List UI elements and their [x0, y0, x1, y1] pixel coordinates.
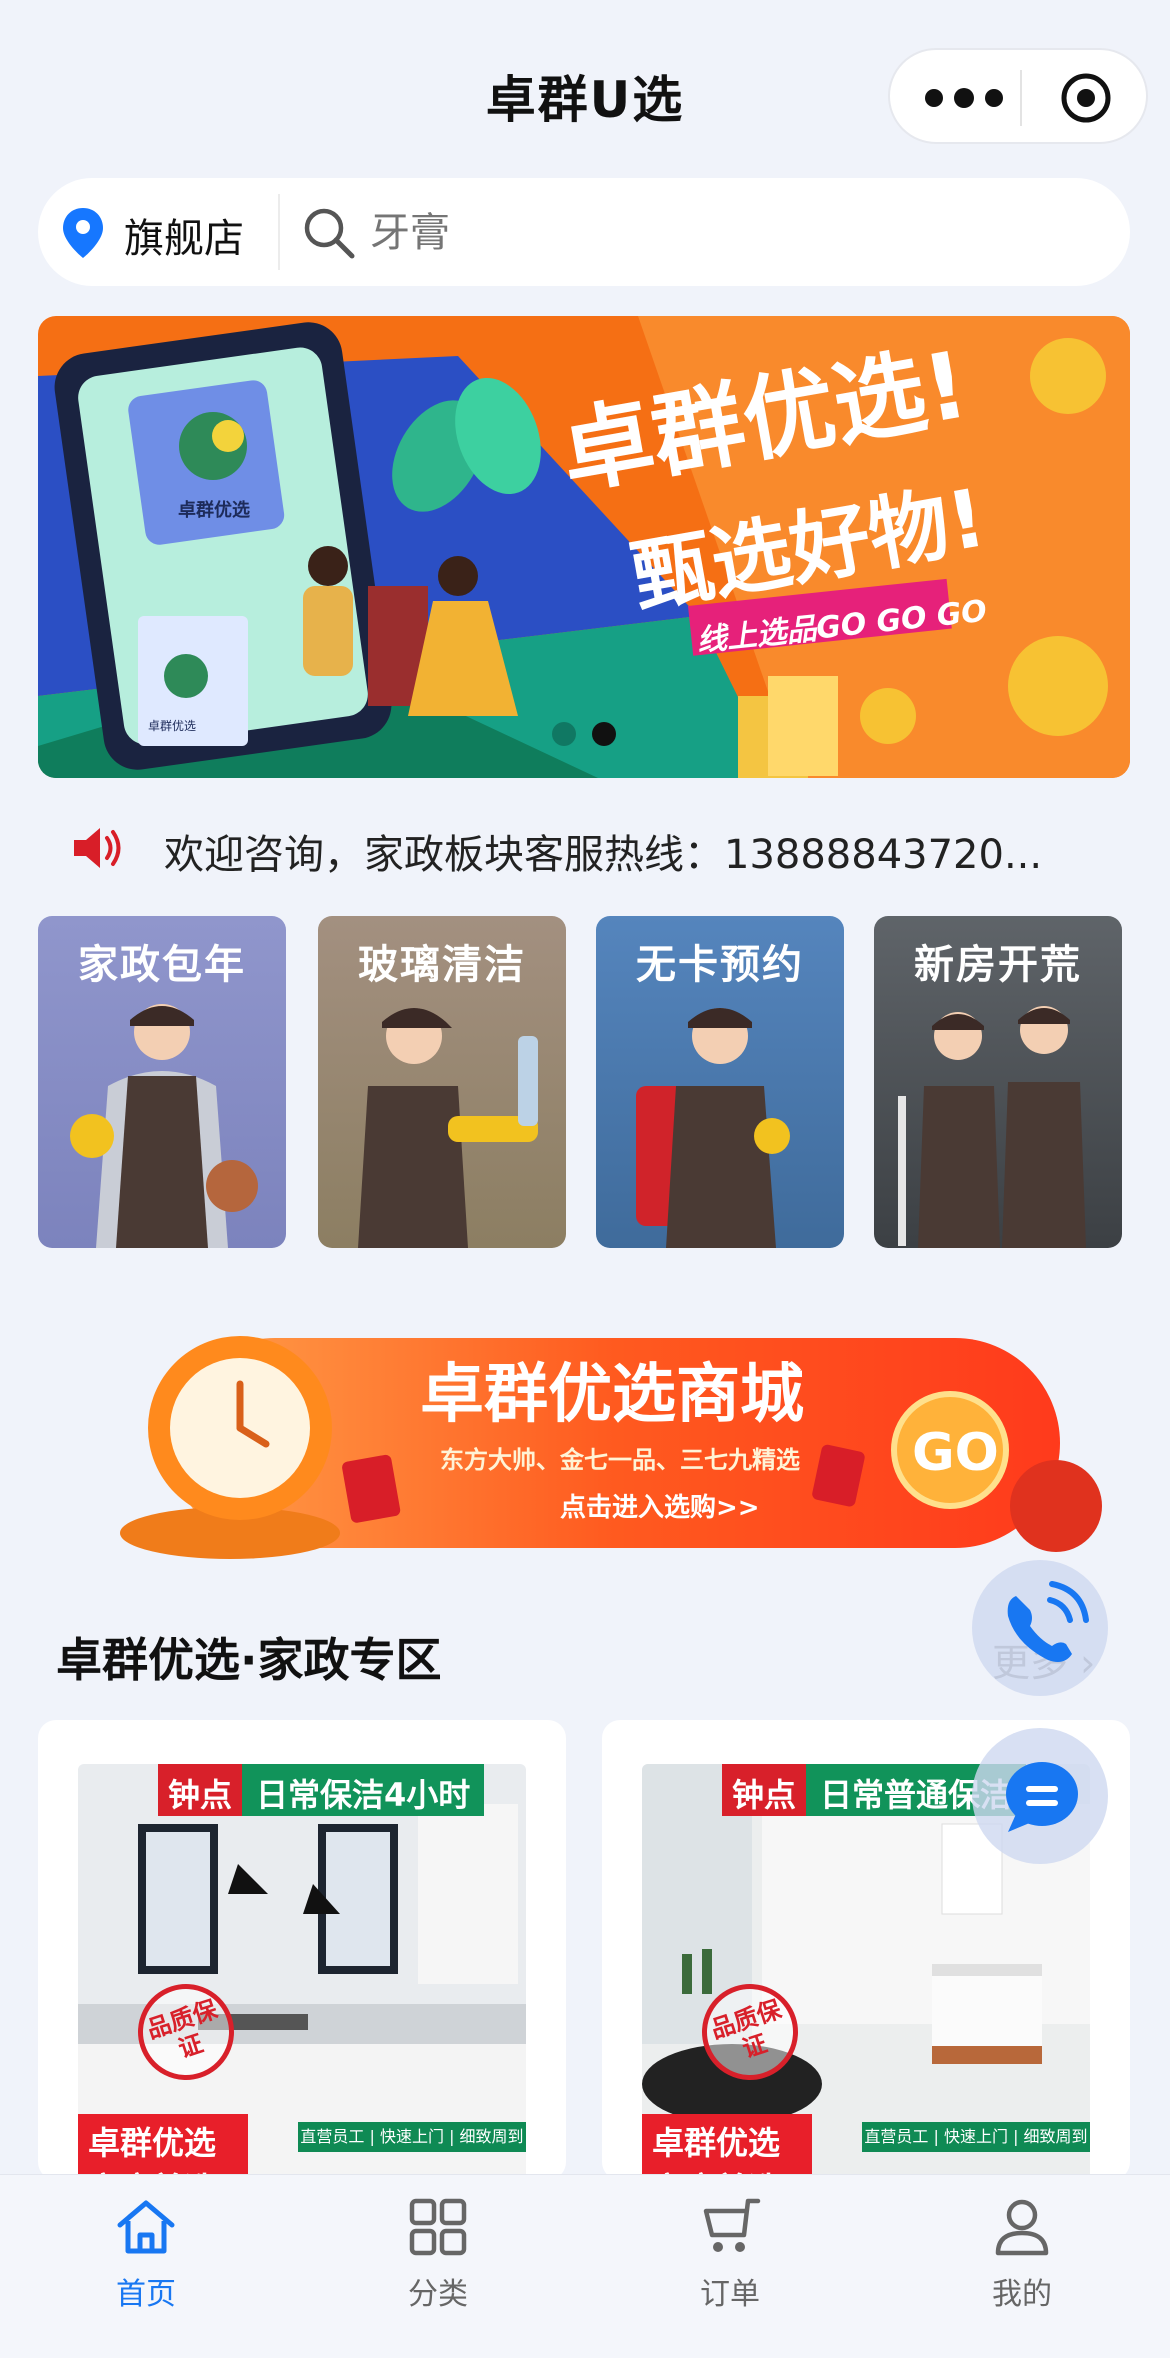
- bottom-tab-bar: 首页 分类 订单 我的: [0, 2174, 1170, 2358]
- product-image: 钟点 日常保洁4小时 品质保证 卓群优选 家庭首选 直营员工 | 快速上门 | …: [78, 1764, 526, 2180]
- housekeeper-image: [70, 1004, 258, 1248]
- product-tags: 钟点 日常保洁4小时: [158, 1764, 485, 1816]
- location-pin-icon[interactable]: [60, 206, 106, 260]
- notice-text: 欢迎咨询，家政板块客服热线：13888843720...: [164, 832, 1043, 878]
- mall-promo-banner[interactable]: 卓群优选商城 东方大帅、金七一品、三七九精选 点击进入选购>> GO: [70, 1308, 1120, 1568]
- more-icon[interactable]: [922, 80, 1012, 116]
- capsule-divider: [1020, 70, 1022, 126]
- mini-program-capsule: [888, 48, 1148, 144]
- tag-hourly: 钟点: [158, 1764, 243, 1816]
- cart-icon: [703, 2198, 761, 2252]
- section-title: 卓群优选·家政专区: [56, 1633, 442, 1687]
- service-card-annual[interactable]: 家政包年: [38, 916, 286, 1248]
- close-miniprogram-icon[interactable]: [1060, 72, 1112, 124]
- housekeeper-image: [636, 1008, 790, 1248]
- service-strip: 直营员工 | 快速上门 | 细致周到: [298, 2122, 526, 2152]
- tab-label: 订单: [700, 2277, 760, 2312]
- hero-banner[interactable]: 卓群优选 卓群优选 卓群优选! 甄选好物! 线上选品GO GO GO: [38, 316, 1130, 778]
- service-card-booking[interactable]: 无卡预约: [596, 916, 844, 1248]
- service-cards: 家政包年 玻璃清洁 无卡预约 新房开荒: [38, 916, 1138, 1248]
- promo-cta: 点击进入选购>>: [560, 1492, 760, 1523]
- tag-hourly: 钟点: [722, 1764, 807, 1816]
- brand-label: 卓群优选 家庭首选: [78, 2114, 248, 2180]
- user-icon: [995, 2199, 1049, 2256]
- tab-home[interactable]: 首页: [0, 2195, 292, 2335]
- service-card-label: 家政包年: [78, 942, 246, 988]
- banner-dot-2[interactable]: [592, 722, 616, 746]
- search-divider: [278, 194, 280, 270]
- search-bar: 旗舰店: [38, 178, 1130, 286]
- housekeepers-image: [898, 1006, 1086, 1248]
- service-card-label: 无卡预约: [636, 942, 804, 988]
- top-header: 卓群U选: [0, 0, 1170, 180]
- banner-phone-brand: 卓群优选: [178, 499, 250, 521]
- chat-icon: [1006, 1762, 1078, 1832]
- banner-pagination: [38, 722, 1130, 750]
- service-card-glass[interactable]: 玻璃清洁: [318, 916, 566, 1248]
- phone-icon: [1007, 1581, 1089, 1662]
- search-icon: [304, 208, 355, 259]
- service-card-newhome[interactable]: 新房开荒: [874, 916, 1122, 1248]
- promo-title: 卓群优选商城: [420, 1358, 804, 1432]
- promo-artwork: 卓群优选商城 东方大帅、金七一品、三七九精选 点击进入选购>> GO: [120, 1336, 1102, 1559]
- search-input[interactable]: [368, 202, 1072, 264]
- service-card-label: 玻璃清洁: [358, 942, 526, 988]
- tab-category[interactable]: 分类: [292, 2195, 584, 2335]
- tab-profile[interactable]: 我的: [876, 2195, 1168, 2335]
- housekeeper-image: [358, 1008, 538, 1248]
- tab-label: 我的: [992, 2277, 1052, 2312]
- product-card[interactable]: 钟点 日常保洁4小时 品质保证 卓群优选 家庭首选 直营员工 | 快速上门 | …: [38, 1720, 566, 2180]
- tag-service-name: 日常保洁4小时: [242, 1764, 485, 1816]
- service-card-label: 新房开荒: [914, 942, 1082, 988]
- service-strip: 直营员工 | 快速上门 | 细致周到: [862, 2122, 1090, 2152]
- home-icon: [117, 2200, 175, 2254]
- tab-label: 首页: [116, 2277, 176, 2312]
- store-selector[interactable]: 旗舰店: [124, 206, 244, 264]
- grid-icon: [409, 2198, 467, 2256]
- banner-dot-1[interactable]: [552, 722, 576, 746]
- chat-button[interactable]: [972, 1728, 1108, 1864]
- banner-artwork: 卓群优选 卓群优选 卓群优选! 甄选好物! 线上选品GO GO GO: [38, 316, 1130, 778]
- notice-bar[interactable]: 欢迎咨询，家政板块客服热线：13888843720...: [70, 818, 1110, 878]
- promo-go: GO: [912, 1423, 999, 1483]
- promo-subtitle: 东方大帅、金七一品、三七九精选: [440, 1446, 800, 1474]
- tab-label: 分类: [408, 2277, 468, 2312]
- phone-call-button[interactable]: [972, 1560, 1108, 1696]
- speaker-icon: [74, 828, 121, 868]
- brand-label: 卓群优选 家庭首选: [642, 2114, 812, 2180]
- tab-orders[interactable]: 订单: [584, 2195, 876, 2335]
